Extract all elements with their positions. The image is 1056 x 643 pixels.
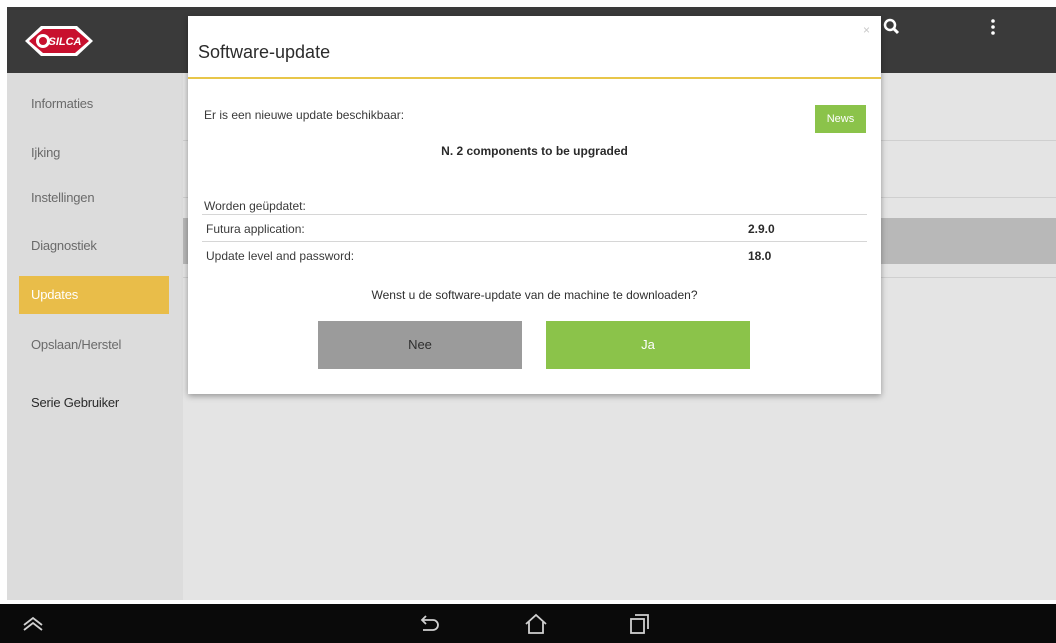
screen: SILCA Informaties Ijking Instellingen Di… xyxy=(0,0,1056,643)
overflow-menu-icon[interactable] xyxy=(982,16,1004,38)
component-version: 18.0 xyxy=(748,249,772,263)
silca-logo: SILCA xyxy=(25,26,93,56)
svg-text:SILCA: SILCA xyxy=(49,36,82,48)
sidebar-item-diagnostiek[interactable]: Diagnostiek xyxy=(19,227,169,265)
sidebar-item-ijking[interactable]: Ijking xyxy=(19,134,169,172)
recent-apps-icon[interactable] xyxy=(626,611,652,637)
yes-button[interactable]: Ja xyxy=(546,321,750,369)
dialog-title: Software-update xyxy=(198,42,331,62)
sidebar-item-opslaan-herstel[interactable]: Opslaan/Herstel xyxy=(19,326,169,364)
sidebar-item-serie-gebruiker[interactable]: Serie Gebruiker xyxy=(19,384,169,422)
table-divider xyxy=(202,241,867,242)
sidebar-item-updates[interactable]: Updates xyxy=(19,276,169,314)
home-icon[interactable] xyxy=(523,611,549,637)
system-nav-bar xyxy=(0,604,1056,643)
component-version: 2.9.0 xyxy=(748,222,775,236)
download-question: Wenst u de software-update van de machin… xyxy=(371,288,698,302)
sidebar-item-instellingen[interactable]: Instellingen xyxy=(19,179,169,217)
software-update-dialog: Software-update × Er is een nieuwe updat… xyxy=(188,16,881,394)
component-name: Futura application: xyxy=(206,222,305,236)
news-button[interactable]: News xyxy=(815,105,866,133)
update-available-text: Er is een nieuwe update beschikbaar: xyxy=(204,108,405,122)
title-divider xyxy=(188,77,881,79)
collapse-icon[interactable] xyxy=(20,611,46,637)
back-icon[interactable] xyxy=(415,611,441,637)
sidebar: Informaties Ijking Instellingen Diagnost… xyxy=(7,73,183,600)
sidebar-item-informaties[interactable]: Informaties xyxy=(19,85,169,123)
component-name: Update level and password: xyxy=(206,249,355,263)
components-count-text: N. 2 components to be upgraded xyxy=(441,144,628,158)
search-icon[interactable] xyxy=(881,16,903,38)
updated-label: Worden geüpdatet: xyxy=(204,199,306,213)
close-icon[interactable]: × xyxy=(863,23,870,37)
table-divider xyxy=(202,214,867,215)
no-button[interactable]: Nee xyxy=(318,321,522,369)
